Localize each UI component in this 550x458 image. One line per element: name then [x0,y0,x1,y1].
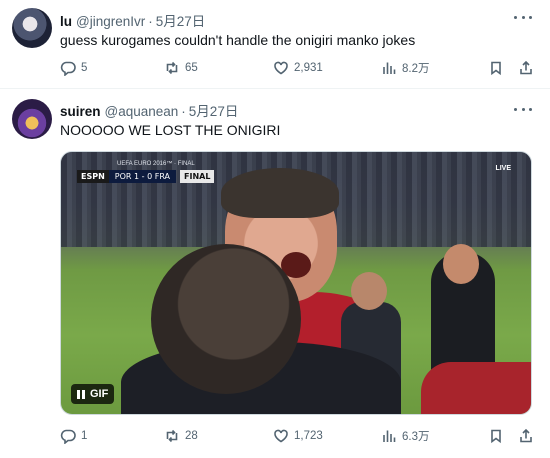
display-name[interactable]: suiren [60,104,101,119]
separator-dot: · [148,14,153,29]
share-button[interactable] [518,60,534,76]
like-button[interactable]: 1,723 [273,428,323,444]
views-button[interactable]: 6.3万 [381,428,430,444]
tweet-date[interactable]: 5月27日 [189,100,239,120]
separator-dot: · [181,104,186,119]
gif-control[interactable]: GIF [71,384,115,404]
retweet-count: 28 [185,430,198,442]
views-count: 8.2万 [402,63,430,75]
scoreboard: ESPN POR 1 - 0 FRA FINAL [77,168,215,184]
tweet-1[interactable]: lu @jingrenIvr · 5月27日 guess kurogames c… [0,0,550,88]
reply-button[interactable]: 5 [60,60,87,76]
reply-icon [60,429,76,444]
more-icon[interactable] [514,106,532,112]
user-handle[interactable]: @aquanean [105,104,179,119]
like-icon [274,61,288,75]
tweet-2[interactable]: suiren @aquanean · 5月27日 NOOOOO WE LOST … [0,89,550,458]
retweet-icon [166,61,178,75]
bookmark-icon [491,429,501,444]
gif-label: GIF [90,388,109,400]
views-icon [383,430,396,442]
user-handle[interactable]: @jingrenIvr [76,14,145,29]
coach-head [443,244,479,284]
views-count: 6.3万 [402,431,430,443]
retweet-count: 65 [185,62,198,74]
share-button[interactable] [518,428,534,444]
views-button[interactable]: 8.2万 [381,60,430,76]
avatar[interactable] [12,8,52,48]
retweet-button[interactable]: 65 [164,60,198,76]
share-icon [520,60,532,75]
broadcaster-logo: ESPN [77,169,109,183]
like-count: 1,723 [294,430,323,442]
share-icon [520,428,532,443]
reply-icon [60,61,76,76]
bookmark-icon [491,61,501,76]
tweet-date[interactable]: 5月27日 [156,10,206,30]
tweet-text: NOOOOO WE LOST THE ONIGIRI [60,122,281,138]
foreground-person-head [151,244,301,394]
display-name[interactable]: lu [60,14,72,29]
background-person-head [351,272,387,310]
views-icon [383,62,396,74]
like-icon [274,429,288,443]
reply-button[interactable]: 1 [60,428,87,444]
retweet-button[interactable]: 28 [164,428,198,444]
reply-count: 5 [81,62,88,74]
bookmark-button[interactable] [488,60,504,76]
retweet-icon [166,429,178,443]
channel-logo: LIVE [495,165,511,172]
player-hair [221,168,339,218]
reply-count: 1 [81,430,88,442]
like-button[interactable]: 2,931 [273,60,323,76]
score-text: POR 1 - 0 FRA [108,169,177,183]
pause-icon[interactable] [77,389,85,399]
tweet-actions: 1 28 1,723 6.3万 [60,428,538,446]
tweet-actions: 5 65 2,931 8.2万 [60,60,538,78]
tweet-media-gif[interactable]: UEFA EURO 2016™ · FINAL ESPN POR 1 - 0 F… [60,151,532,415]
tweet-header: lu @jingrenIvr · 5月27日 [60,10,205,30]
stage-label: FINAL [180,169,215,183]
bookmark-button[interactable] [488,428,504,444]
red-shirt-person [421,362,531,414]
scoreboard-title: UEFA EURO 2016™ · FINAL [117,161,195,167]
like-count: 2,931 [294,62,323,74]
more-icon[interactable] [514,14,532,20]
tweet-text: guess kurogames couldn't handle the onig… [60,32,416,48]
tweet-header: suiren @aquanean · 5月27日 [60,100,238,120]
avatar[interactable] [12,99,52,139]
